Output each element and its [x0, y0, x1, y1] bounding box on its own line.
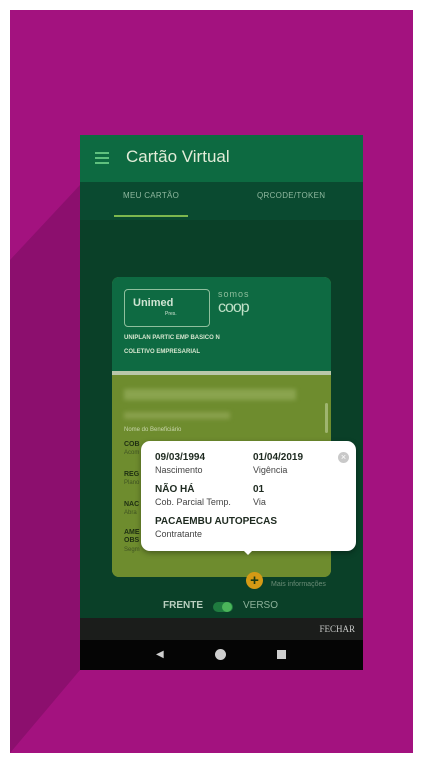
plan-type: COLETIVO EMPRESARIAL [124, 349, 201, 355]
android-nav-bar: ◀ [80, 640, 363, 670]
popup-caret [242, 549, 254, 555]
side-switch[interactable] [213, 602, 233, 612]
via-label: Via [253, 497, 266, 507]
background: Cartão Virtual MEU CARTÃO QRCODE/TOKEN U… [10, 10, 413, 753]
contratante-value: PACAEMBU AUTOPECAS [155, 516, 278, 527]
side-switch-knob [222, 602, 232, 612]
contratante-label: Contratante [155, 529, 203, 539]
field-reg: REG [124, 471, 140, 478]
vigencia-label: Vigência [253, 465, 288, 475]
phone-screen: Cartão Virtual MEU CARTÃO QRCODE/TOKEN U… [80, 135, 363, 670]
field-obs-sub: Segm [124, 547, 140, 553]
somos-logo-text: somos [218, 289, 250, 299]
field-cob-sub: Acom [124, 450, 140, 456]
recent-apps-icon[interactable] [277, 650, 286, 659]
nascimento-value: 09/03/1994 [155, 452, 206, 463]
field-ame: AME [124, 529, 140, 536]
bottom-bar: FECHAR [80, 618, 363, 640]
vigencia-value: 01/04/2019 [253, 452, 304, 463]
info-popup: × 09/03/1994 Nascimento 01/04/2019 Vigên… [141, 441, 356, 555]
coop-logo: coop [218, 299, 250, 316]
plan-name: UNIPLAN PARTIC EMP BASICO N [124, 335, 220, 341]
field-nac: NAC [124, 501, 140, 508]
close-icon[interactable]: × [338, 452, 349, 463]
field-obs: OBS [124, 537, 140, 544]
cob-parcial-value: NÃO HÁ [155, 484, 195, 495]
more-info-label[interactable]: Mais informações [271, 581, 326, 588]
field-nac-sub: Abra [124, 510, 137, 516]
field-cob: COB [124, 441, 140, 448]
tab-qrcode-token[interactable]: QRCODE/TOKEN [257, 191, 325, 200]
plus-button[interactable]: + [246, 572, 263, 589]
beneficiary-name-blurred [124, 412, 230, 419]
app-bar: Cartão Virtual [80, 135, 363, 182]
active-tab-indicator [114, 215, 188, 217]
via-value: 01 [253, 484, 265, 495]
beneficiary-label: Nome do Beneficiário [124, 427, 182, 433]
card-number-blurred [124, 389, 296, 400]
tab-meu-cartao[interactable]: MEU CARTÃO [123, 191, 179, 200]
cob-parcial-label: Cob. Parcial Temp. [155, 497, 231, 507]
unimed-logo-text: Unimed [133, 297, 174, 309]
nascimento-label: Nascimento [155, 465, 203, 475]
unimed-logo: Unimed Pres. [124, 289, 210, 327]
verso-label[interactable]: VERSO [243, 600, 278, 611]
frente-label[interactable]: FRENTE [163, 600, 203, 611]
field-reg-sub: Plano [124, 480, 140, 486]
home-icon[interactable] [215, 649, 226, 660]
unimed-logo-sub: Pres. [165, 311, 177, 317]
card-side-toggle: FRENTE VERSO [80, 600, 363, 620]
fechar-button[interactable]: FECHAR [319, 624, 355, 634]
card-header: Unimed Pres. somos coop UNIPLAN PARTIC E… [112, 277, 331, 373]
hamburger-icon[interactable] [95, 152, 109, 164]
page-title: Cartão Virtual [126, 147, 230, 166]
card-scrollbar[interactable] [325, 403, 328, 433]
back-icon[interactable]: ◀ [156, 649, 164, 660]
